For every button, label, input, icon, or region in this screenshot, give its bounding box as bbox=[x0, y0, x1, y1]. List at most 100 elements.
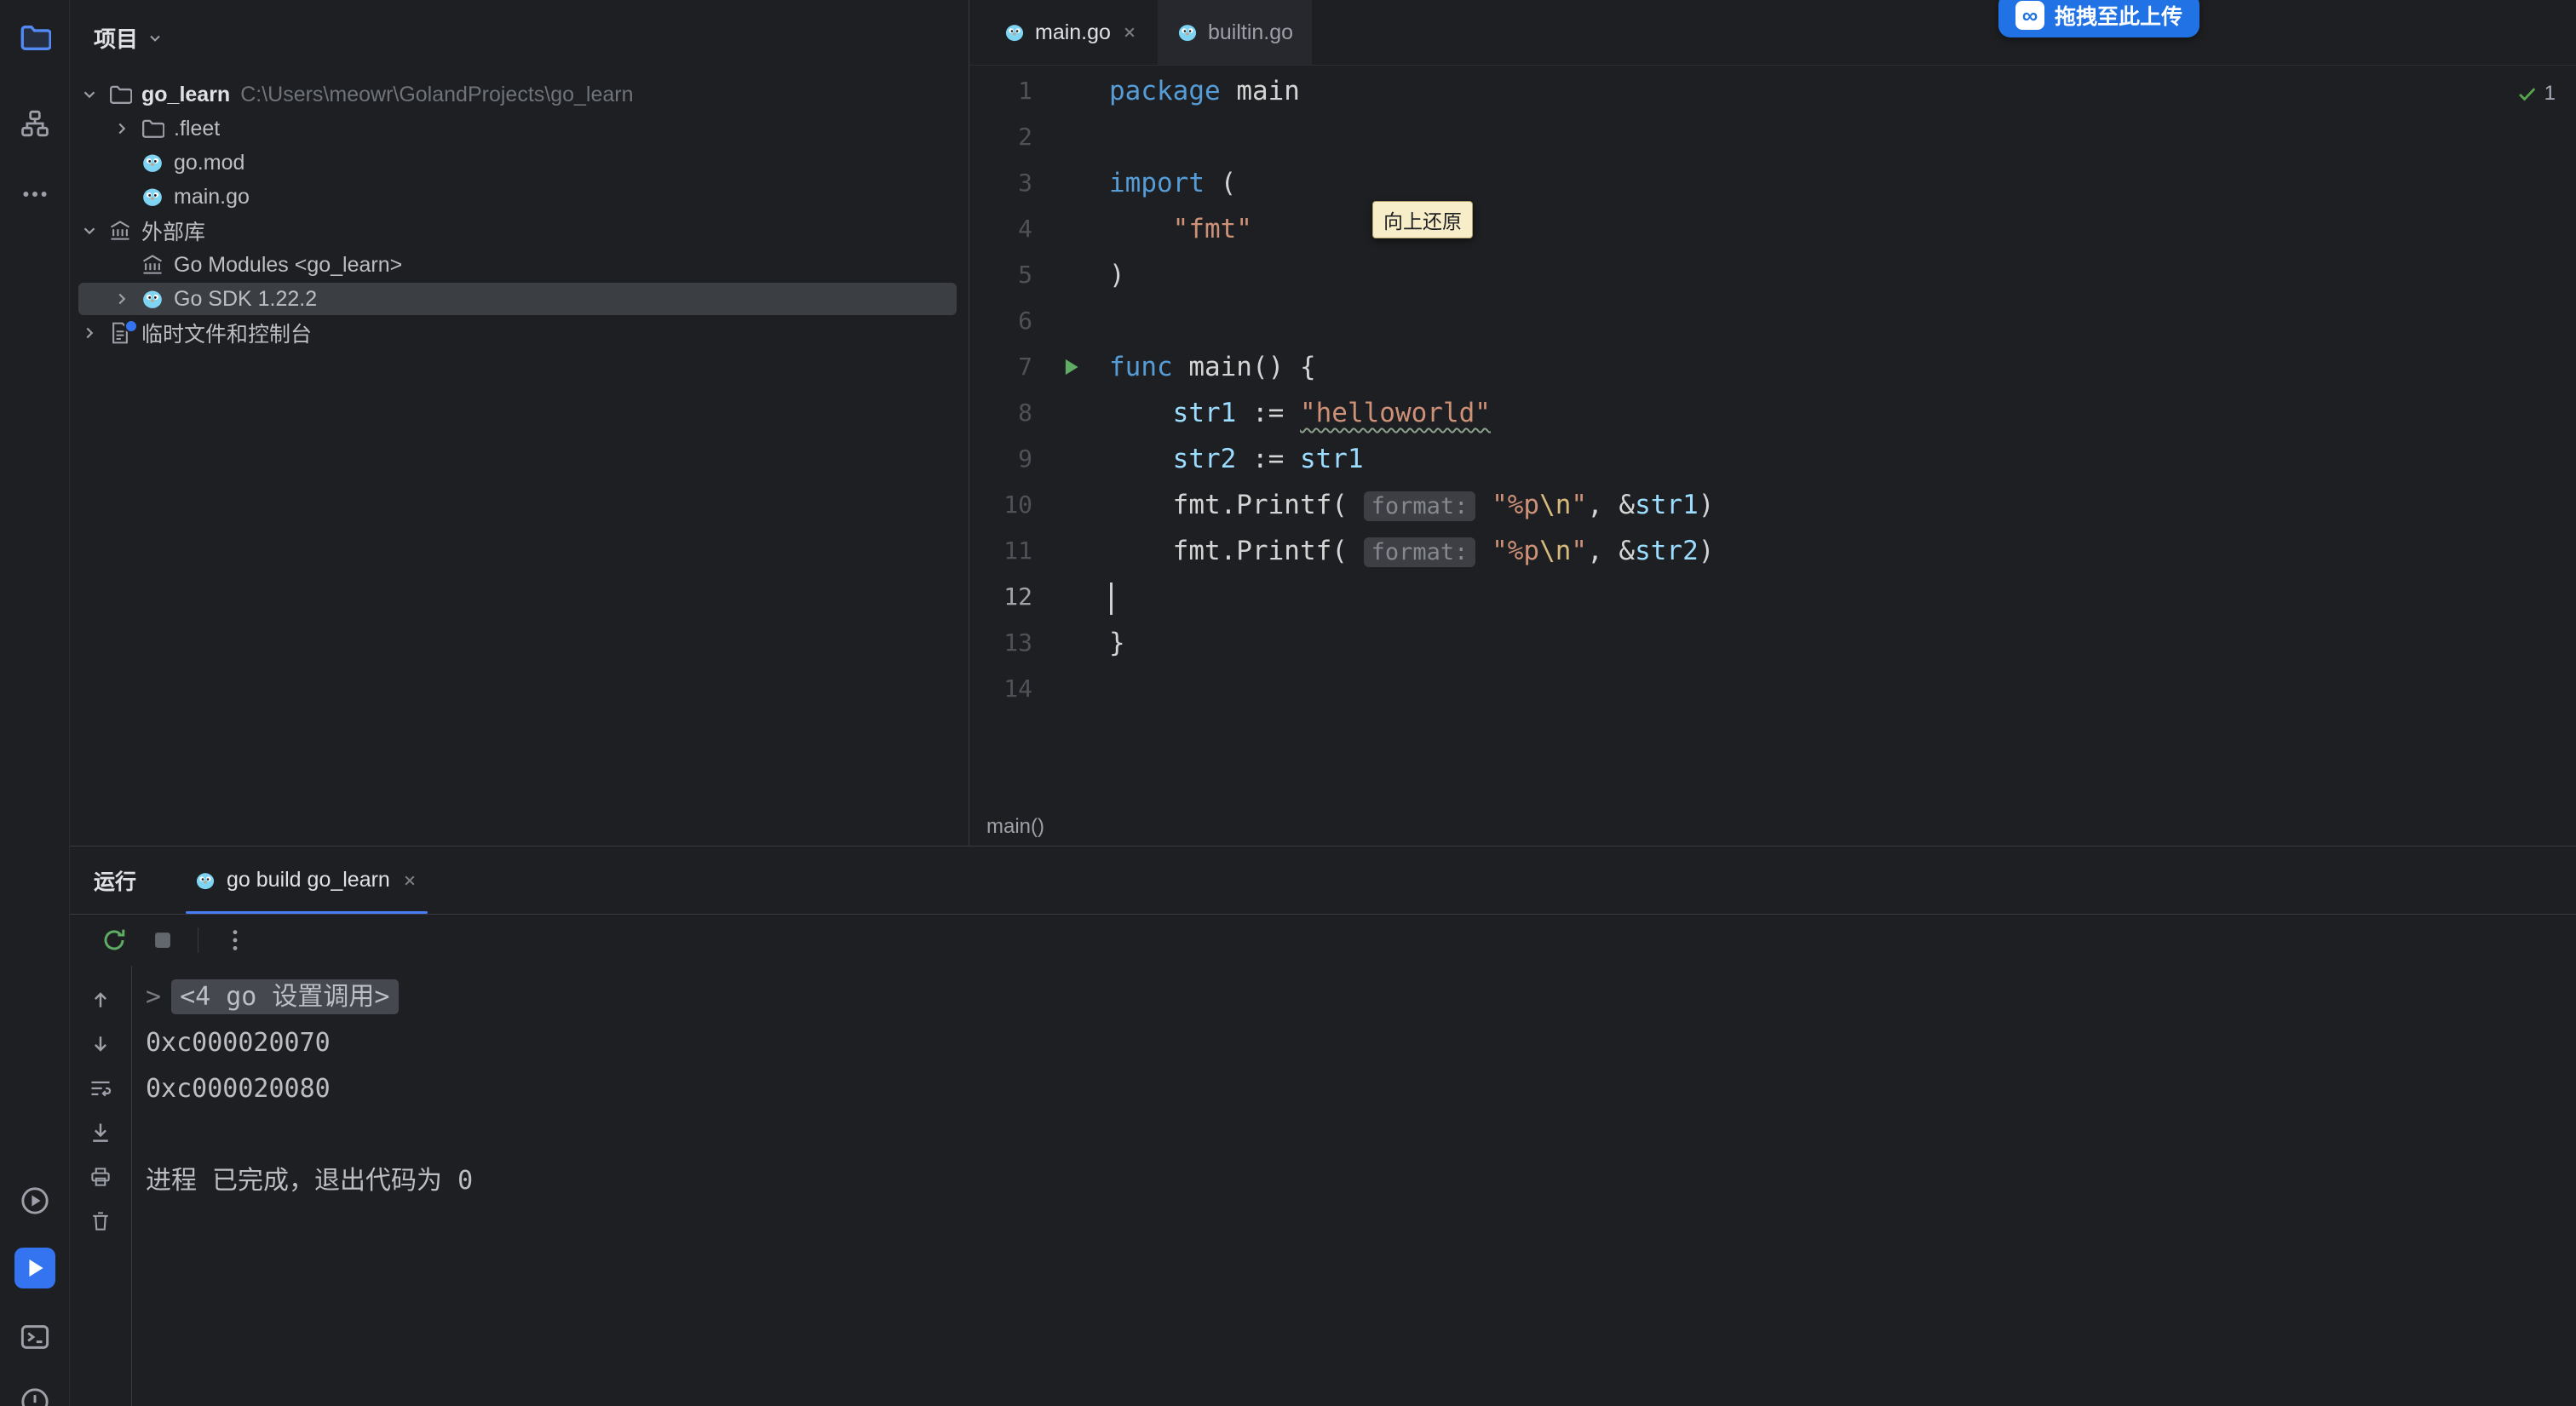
soft-wrap-icon[interactable] bbox=[89, 1076, 112, 1100]
breadcrumb[interactable]: main() bbox=[969, 808, 2576, 846]
project-panel-title: 项目 bbox=[94, 22, 138, 54]
code-line[interactable]: 12 bbox=[969, 574, 2576, 620]
scratches-icon bbox=[104, 321, 136, 345]
code-line[interactable]: 9 str2 := str1 bbox=[969, 436, 2576, 482]
chevron-right-icon[interactable] bbox=[107, 290, 136, 308]
library-icon bbox=[104, 219, 136, 243]
code-line[interactable]: 11 fmt.Printf( format: "%p\n", &str2) bbox=[969, 528, 2576, 574]
chevron-right-icon[interactable] bbox=[75, 324, 104, 342]
code-line[interactable]: 1package main bbox=[969, 68, 2576, 114]
breadcrumb-item[interactable]: main() bbox=[986, 815, 1044, 839]
tree-label: Go Modules <go_learn> bbox=[174, 253, 402, 278]
folder-icon bbox=[104, 83, 136, 106]
code-line[interactable]: 3import ( bbox=[969, 160, 2576, 206]
chevron-right-icon[interactable] bbox=[107, 119, 136, 138]
goland-window: 项目 go_learn C:\Users\meowr\GolandProject… bbox=[0, 0, 2576, 1406]
drag-upload-overlay: ∞ 拖拽至此上传 bbox=[1998, 0, 2199, 37]
run-tab-label: go build go_learn bbox=[227, 868, 390, 892]
gutter-space bbox=[1032, 114, 1109, 160]
tab-builtin-go[interactable]: builtin.go bbox=[1158, 0, 1312, 65]
code-line[interactable]: 13} bbox=[969, 620, 2576, 666]
chevron-down-icon[interactable] bbox=[75, 221, 104, 240]
close-tab-icon[interactable] bbox=[400, 871, 419, 890]
gutter-space bbox=[1032, 160, 1109, 206]
console-prompt-icon[interactable]: > bbox=[146, 982, 161, 1012]
line-number: 7 bbox=[969, 344, 1032, 390]
gutter-space bbox=[1032, 206, 1109, 252]
go-file-icon bbox=[136, 151, 169, 175]
terminal-tool-icon[interactable] bbox=[14, 1317, 55, 1357]
restore-up-tooltip: 向上还原 bbox=[1372, 201, 1473, 238]
inspection-count: 1 bbox=[2544, 82, 2556, 106]
run-tool-icon[interactable] bbox=[14, 1248, 55, 1288]
code-line[interactable]: 6 bbox=[969, 298, 2576, 344]
clear-console-icon[interactable] bbox=[89, 1209, 112, 1233]
code-line[interactable]: 7func main() { bbox=[969, 344, 2576, 390]
down-stack-icon[interactable] bbox=[89, 1032, 112, 1056]
up-stack-icon[interactable] bbox=[89, 988, 112, 1012]
gutter-space bbox=[1032, 528, 1109, 574]
infinity-logo-icon: ∞ bbox=[2015, 1, 2044, 30]
line-number: 5 bbox=[969, 252, 1032, 298]
tree-item-go-learn[interactable]: go_learn C:\Users\meowr\GolandProjects\g… bbox=[70, 77, 969, 112]
run-gutter-icon[interactable] bbox=[1032, 344, 1109, 390]
tree-item-main-go[interactable]: main.go bbox=[70, 180, 969, 214]
code-line[interactable]: 4 "fmt" bbox=[969, 206, 2576, 252]
more-tools-icon[interactable] bbox=[14, 174, 55, 215]
gutter-space bbox=[1032, 620, 1109, 666]
scroll-to-end-icon[interactable] bbox=[89, 1121, 112, 1145]
tree-label: go_learn bbox=[141, 83, 230, 107]
go-sdk-icon bbox=[136, 287, 169, 311]
rerun-button[interactable] bbox=[101, 927, 128, 954]
go-file-icon bbox=[194, 869, 216, 892]
tree-item-go-sdk[interactable]: Go SDK 1.22.2 bbox=[70, 282, 969, 316]
gutter-space bbox=[1032, 482, 1109, 528]
console-command: <4 go 设置调用> bbox=[171, 979, 398, 1014]
run-panel: 运行 go build go_learn ><4 go 设置调用>0xc bbox=[70, 846, 2576, 1406]
activity-bar bbox=[0, 0, 70, 1406]
tab-main-go[interactable]: main.go bbox=[985, 0, 1158, 65]
gutter-space bbox=[1032, 436, 1109, 482]
console-line: > <4 go 设置调用> bbox=[146, 974, 2576, 1020]
stop-button[interactable] bbox=[152, 929, 174, 951]
code-line[interactable]: 8 str1 := "helloworld" bbox=[969, 390, 2576, 436]
code-line[interactable]: 14 bbox=[969, 666, 2576, 712]
tree-item-go-mod[interactable]: go.mod bbox=[70, 146, 969, 180]
more-options-button[interactable] bbox=[222, 927, 248, 953]
structure-tool-icon[interactable] bbox=[14, 103, 55, 144]
project-tool-icon[interactable] bbox=[14, 17, 55, 58]
code-line[interactable]: 5) bbox=[969, 252, 2576, 298]
code-line[interactable]: 2 bbox=[969, 114, 2576, 160]
line-number: 14 bbox=[969, 666, 1032, 712]
tree-item-go-modules[interactable]: Go Modules <go_learn> bbox=[70, 248, 969, 282]
tree-item-scratches[interactable]: 临时文件和控制台 bbox=[70, 316, 969, 350]
close-tab-icon[interactable] bbox=[1120, 23, 1139, 42]
services-tool-icon[interactable] bbox=[14, 1180, 55, 1221]
console-line: 进程 已完成，退出代码为 0 bbox=[146, 1158, 2576, 1204]
run-config-tab[interactable]: go build go_learn bbox=[186, 846, 428, 914]
code-editor[interactable]: 1package main23import (4 "fmt"5)67func m… bbox=[969, 66, 2576, 712]
chevron-down-icon[interactable] bbox=[75, 85, 104, 104]
print-icon[interactable] bbox=[89, 1165, 112, 1189]
project-panel-header[interactable]: 项目 bbox=[70, 0, 969, 66]
line-number: 12 bbox=[969, 574, 1032, 620]
inspection-widget[interactable]: 1 bbox=[2516, 82, 2556, 106]
help-icon[interactable] bbox=[14, 1381, 55, 1406]
line-number: 6 bbox=[969, 298, 1032, 344]
code-line[interactable]: 10 fmt.Printf( format: "%p\n", &str1) bbox=[969, 482, 2576, 528]
line-number: 9 bbox=[969, 436, 1032, 482]
tree-item-fleet[interactable]: .fleet bbox=[70, 112, 969, 146]
tab-label: main.go bbox=[1035, 20, 1111, 45]
tree-label: main.go bbox=[174, 185, 250, 209]
tree-path: C:\Users\meowr\GolandProjects\go_learn bbox=[240, 83, 633, 107]
run-panel-header: 运行 go build go_learn bbox=[70, 846, 2576, 915]
line-number: 2 bbox=[969, 114, 1032, 160]
gutter-space bbox=[1032, 390, 1109, 436]
tree-item-external-libraries[interactable]: 外部库 bbox=[70, 214, 969, 248]
tree-label: 临时文件和控制台 bbox=[141, 318, 312, 348]
line-number: 8 bbox=[969, 390, 1032, 436]
console-output[interactable]: ><4 go 设置调用>0xc0000200700xc000020080进程 已… bbox=[132, 966, 2576, 1406]
chevron-down-icon bbox=[147, 30, 164, 47]
notification-badge bbox=[124, 319, 138, 333]
gutter-space bbox=[1032, 298, 1109, 344]
